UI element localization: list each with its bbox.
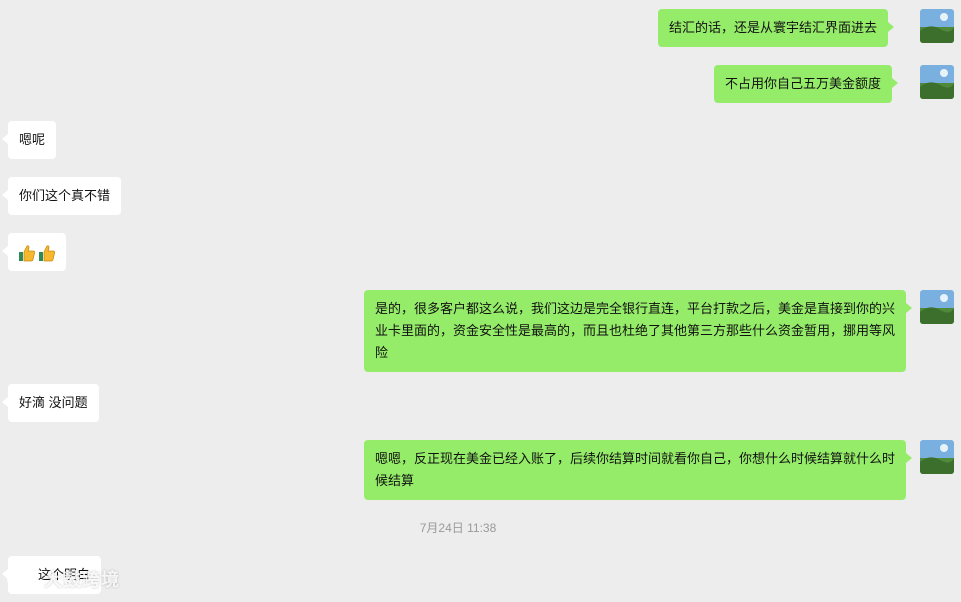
self-avatar[interactable] — [920, 65, 954, 99]
self-avatar[interactable] — [920, 9, 954, 43]
emoji-group — [18, 244, 56, 262]
watermark: 大鼓跨境 — [6, 566, 120, 592]
thumbs-up-icon — [19, 244, 35, 261]
outgoing-message[interactable]: 是的，很多客户都这么说，我们这边是完全银行直连，平台打款之后，美金是直接到你的兴… — [364, 290, 912, 372]
outgoing-message[interactable]: 不占用你自己五万美金额度 — [714, 65, 899, 103]
watermark-text: 大鼓跨境 — [44, 570, 120, 590]
incoming-message[interactable]: 好滴 没问题 — [2, 384, 99, 422]
watermark-logo-icon — [7, 570, 25, 588]
incoming-message[interactable]: 嗯呢 — [1, 121, 57, 159]
self-avatar[interactable] — [920, 440, 954, 474]
self-avatar[interactable] — [920, 290, 954, 324]
incoming-message[interactable]: 你们这个真不错 — [1, 177, 122, 215]
message-timestamp: 7月24日 11:38 — [419, 521, 497, 535]
thumbs-up-icon — [39, 244, 55, 261]
incoming-message[interactable] — [2, 233, 66, 271]
outgoing-message[interactable]: 结汇的话，还是从寰宇结汇界面进去 — [658, 9, 895, 47]
outgoing-message[interactable]: 嗯嗯，反正现在美金已经入账了，后续你结算时间就看你自己，你想什么时候结算就什么时… — [364, 440, 912, 500]
chat-window: 结汇的话，还是从寰宇结汇界面进去 不占用你自己五万美金额度 嗯呢 你们这个真不错… — [0, 0, 961, 602]
